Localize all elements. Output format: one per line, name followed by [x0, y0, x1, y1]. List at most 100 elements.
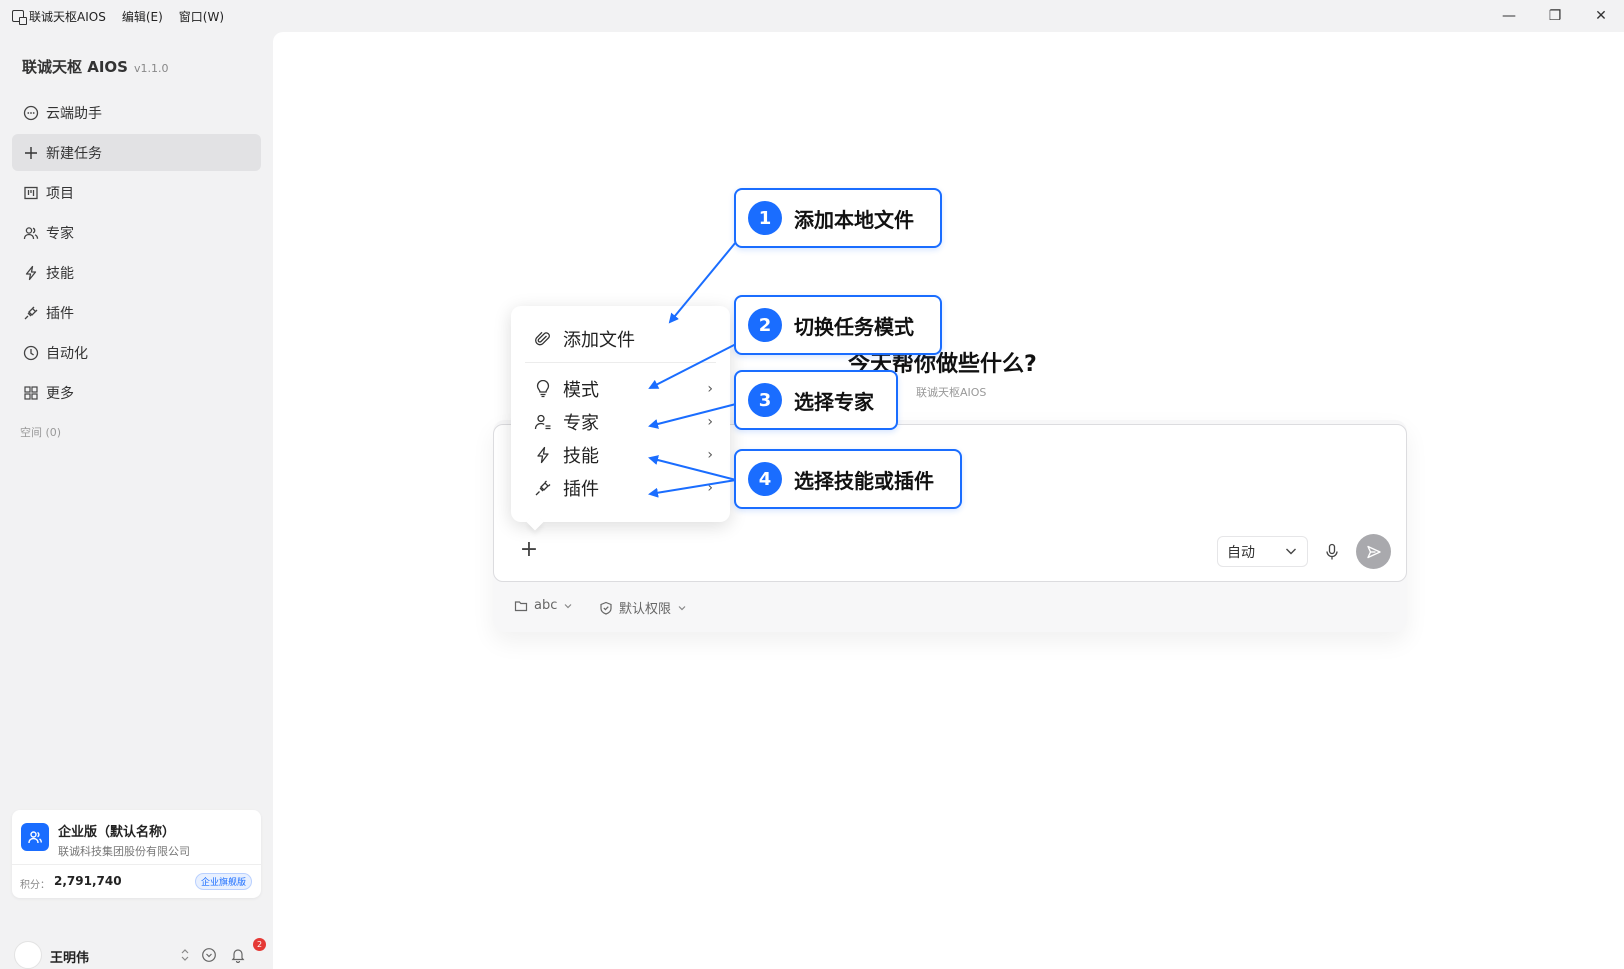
lightning-icon: [22, 264, 40, 282]
add-attachment-button[interactable]: +: [518, 537, 540, 562]
chevron-right-icon: ›: [707, 480, 713, 496]
callout-text: 选择技能或插件: [794, 468, 934, 493]
sidebar-item-skills[interactable]: 技能: [12, 254, 261, 291]
sidebar-item-more[interactable]: 更多: [12, 374, 261, 411]
callout-number: 2: [748, 308, 782, 342]
menu-window[interactable]: 窗口(W): [179, 8, 224, 25]
user-row: 王明伟 2: [14, 938, 266, 969]
avatar[interactable]: [14, 941, 42, 969]
chevron-right-icon: ›: [707, 414, 713, 430]
callout-number: 3: [748, 383, 782, 417]
brand: 联诚天枢 AIOS v1.1.0: [22, 56, 168, 77]
menu-item-label: 专家: [563, 413, 599, 434]
clock-icon: [22, 344, 40, 362]
menu-item-add-file[interactable]: 添加文件: [533, 326, 713, 352]
grid-icon: [22, 384, 40, 402]
close-button[interactable]: ✕: [1578, 0, 1624, 32]
permission-selector[interactable]: 默认权限: [599, 598, 693, 617]
callout-4: 4 选择技能或插件: [734, 449, 962, 509]
plan-badge: 企业旗舰版: [194, 873, 252, 890]
sidebar-item-label: 技能: [46, 265, 74, 282]
sidebar-item-label: 新建任务: [46, 145, 102, 162]
divider: [12, 864, 261, 865]
menu-edit[interactable]: 编辑(E): [122, 8, 163, 25]
menu-item-expert[interactable]: 专家 ›: [533, 409, 713, 435]
close-icon: ✕: [1595, 8, 1607, 24]
chevron-right-icon: ›: [707, 447, 713, 463]
sidebar-item-cloud-assistant[interactable]: 云端助手: [12, 94, 261, 131]
board-icon: [22, 184, 40, 202]
plug-icon: [533, 479, 553, 497]
plug-icon: [22, 304, 40, 322]
bell-icon[interactable]: [229, 946, 247, 964]
callout-1: 1 添加本地文件: [734, 188, 942, 248]
check-circle-icon[interactable]: [200, 946, 218, 964]
menu-item-label: 技能: [563, 446, 599, 467]
callout-2: 2 切换任务模式: [734, 295, 942, 355]
enterprise-title: 企业版（默认名称）: [58, 825, 176, 840]
folder-selector[interactable]: abc: [514, 598, 579, 613]
menu-item-label: 模式: [563, 380, 599, 401]
space-label[interactable]: 空间 (0): [20, 424, 61, 440]
callout-number: 4: [748, 462, 782, 496]
points-label: 积分：: [20, 880, 50, 891]
sidebar-item-projects[interactable]: 项目: [12, 174, 261, 211]
folder-name: abc: [534, 598, 558, 613]
expand-collapse-icon[interactable]: [176, 946, 194, 964]
app-name: 联诚天枢AIOS: [29, 9, 106, 24]
shield-icon: [599, 601, 613, 615]
sidebar-item-label: 项目: [46, 185, 74, 202]
lightning-icon: [533, 446, 553, 464]
mode-select[interactable]: 自动: [1217, 536, 1308, 567]
paperclip-icon: [533, 330, 553, 348]
chevron-right-icon: ›: [707, 381, 713, 397]
enterprise-company: 联诚科技集团股份有限公司: [58, 845, 190, 858]
minimize-button[interactable]: —: [1486, 0, 1532, 32]
attachment-menu: 添加文件 模式 › 专家 › 技能 › 插件 ›: [511, 306, 730, 522]
microphone-icon: [1326, 543, 1338, 560]
users-icon: [22, 224, 40, 242]
restore-icon: ❐: [1548, 8, 1562, 24]
permission-label: 默认权限: [619, 602, 672, 617]
chevron-down-icon: [563, 601, 573, 611]
brand-name: 联诚天枢 AIOS: [22, 58, 128, 76]
sidebar-nav: 云端助手 新建任务 项目 专家 技能 插件 自动化 更多: [12, 94, 261, 414]
chat-icon: [22, 104, 40, 122]
sidebar-item-plugins[interactable]: 插件: [12, 294, 261, 331]
callout-text: 添加本地文件: [794, 207, 914, 232]
user-list-icon: [533, 413, 553, 431]
sidebar-item-label: 专家: [46, 225, 74, 242]
restore-button[interactable]: ❐: [1532, 0, 1578, 32]
enterprise-logo-icon: [21, 823, 49, 851]
notification-badge: 2: [253, 938, 266, 951]
sidebar-item-label: 自动化: [46, 345, 88, 362]
send-icon: [1366, 545, 1381, 558]
plus-icon: [22, 144, 40, 162]
menu-item-label: 添加文件: [563, 330, 635, 351]
sidebar-item-label: 插件: [46, 305, 74, 322]
points-value: 2,791,740: [54, 874, 122, 888]
sidebar-item-label: 云端助手: [46, 105, 102, 122]
microphone-button[interactable]: [1322, 542, 1342, 562]
menu-item-mode[interactable]: 模式 ›: [533, 376, 713, 402]
menu-item-label: 插件: [563, 479, 599, 500]
callout-3: 3 选择专家: [734, 370, 898, 430]
sidebar-item-experts[interactable]: 专家: [12, 214, 261, 251]
mode-select-value: 自动: [1227, 544, 1255, 561]
sidebar-item-automation[interactable]: 自动化: [12, 334, 261, 371]
greeting-subtitle: 联诚天枢AIOS: [916, 386, 987, 399]
callout-number: 1: [748, 201, 782, 235]
chevron-down-icon: [1284, 544, 1298, 562]
app-logo-icon: [12, 10, 27, 25]
callout-text: 切换任务模式: [794, 314, 914, 339]
chevron-down-icon: [677, 603, 687, 613]
lightbulb-icon: [533, 380, 553, 398]
sidebar: 联诚天枢 AIOS v1.1.0 云端助手 新建任务 项目 专家 技能 插件 自…: [0, 32, 273, 969]
enterprise-card[interactable]: 企业版（默认名称） 联诚科技集团股份有限公司 积分： 2,791,740 企业旗…: [12, 810, 261, 898]
version-label: v1.1.0: [133, 62, 169, 75]
menu-item-plugin[interactable]: 插件 ›: [533, 475, 713, 501]
sidebar-item-new-task[interactable]: 新建任务: [12, 134, 261, 171]
user-name[interactable]: 王明伟: [50, 947, 89, 966]
send-button[interactable]: [1356, 534, 1391, 569]
menu-item-skill[interactable]: 技能 ›: [533, 442, 713, 468]
